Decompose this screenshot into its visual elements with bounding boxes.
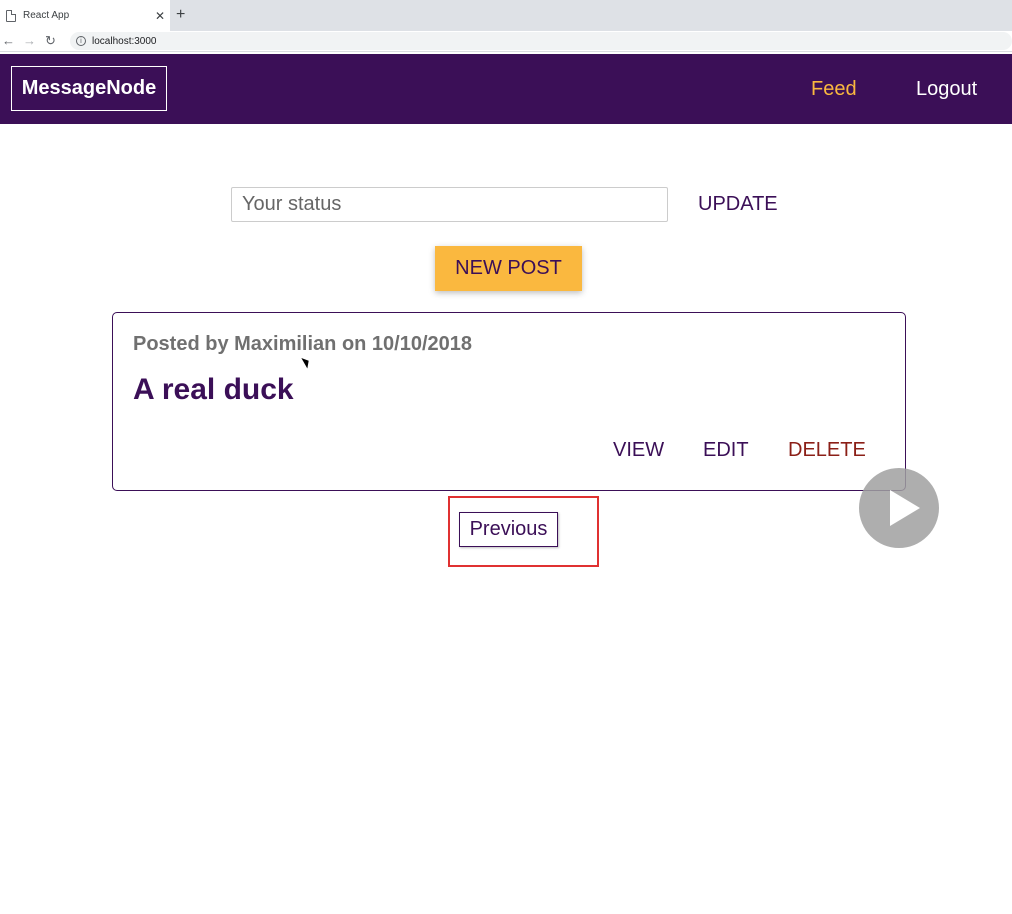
browser-tab-bar: React App ✕ + [0, 0, 1012, 31]
browser-tab[interactable]: React App ✕ [0, 0, 170, 31]
app-header: MessageNode Feed Logout [0, 54, 1012, 124]
update-button[interactable]: UPDATE [698, 193, 778, 216]
nav-feed-link[interactable]: Feed [811, 78, 857, 101]
view-button[interactable]: VIEW [613, 439, 664, 462]
forward-arrow-icon[interactable]: → [23, 33, 36, 48]
url-text: localhost:3000 [92, 35, 157, 47]
post-meta: Posted by Maximilian on 10/10/2018 [133, 333, 473, 355]
back-arrow-icon[interactable]: ← [2, 33, 15, 48]
tab-title: React App [23, 10, 70, 21]
delete-button[interactable]: DELETE [788, 439, 866, 462]
tab-close-icon[interactable]: ✕ [150, 9, 170, 23]
address-bar[interactable]: i localhost:3000 [70, 32, 1012, 50]
nav-logout-link[interactable]: Logout [916, 78, 977, 101]
edit-button[interactable]: EDIT [703, 439, 749, 462]
reload-icon[interactable]: ↻ [45, 33, 56, 49]
post-title: A real duck [133, 373, 294, 406]
post-card: Posted by Maximilian on 10/10/2018 A rea… [112, 312, 906, 491]
status-input[interactable] [231, 187, 668, 222]
play-icon[interactable] [859, 468, 939, 548]
info-icon[interactable]: i [76, 36, 86, 46]
logo[interactable]: MessageNode [11, 66, 167, 111]
browser-toolbar: ← → ↻ i localhost:3000 [0, 31, 1012, 52]
new-post-button[interactable]: NEW POST [435, 246, 582, 291]
page-icon [6, 9, 16, 22]
new-tab-icon[interactable]: + [176, 6, 185, 24]
previous-button[interactable]: Previous [459, 512, 558, 547]
